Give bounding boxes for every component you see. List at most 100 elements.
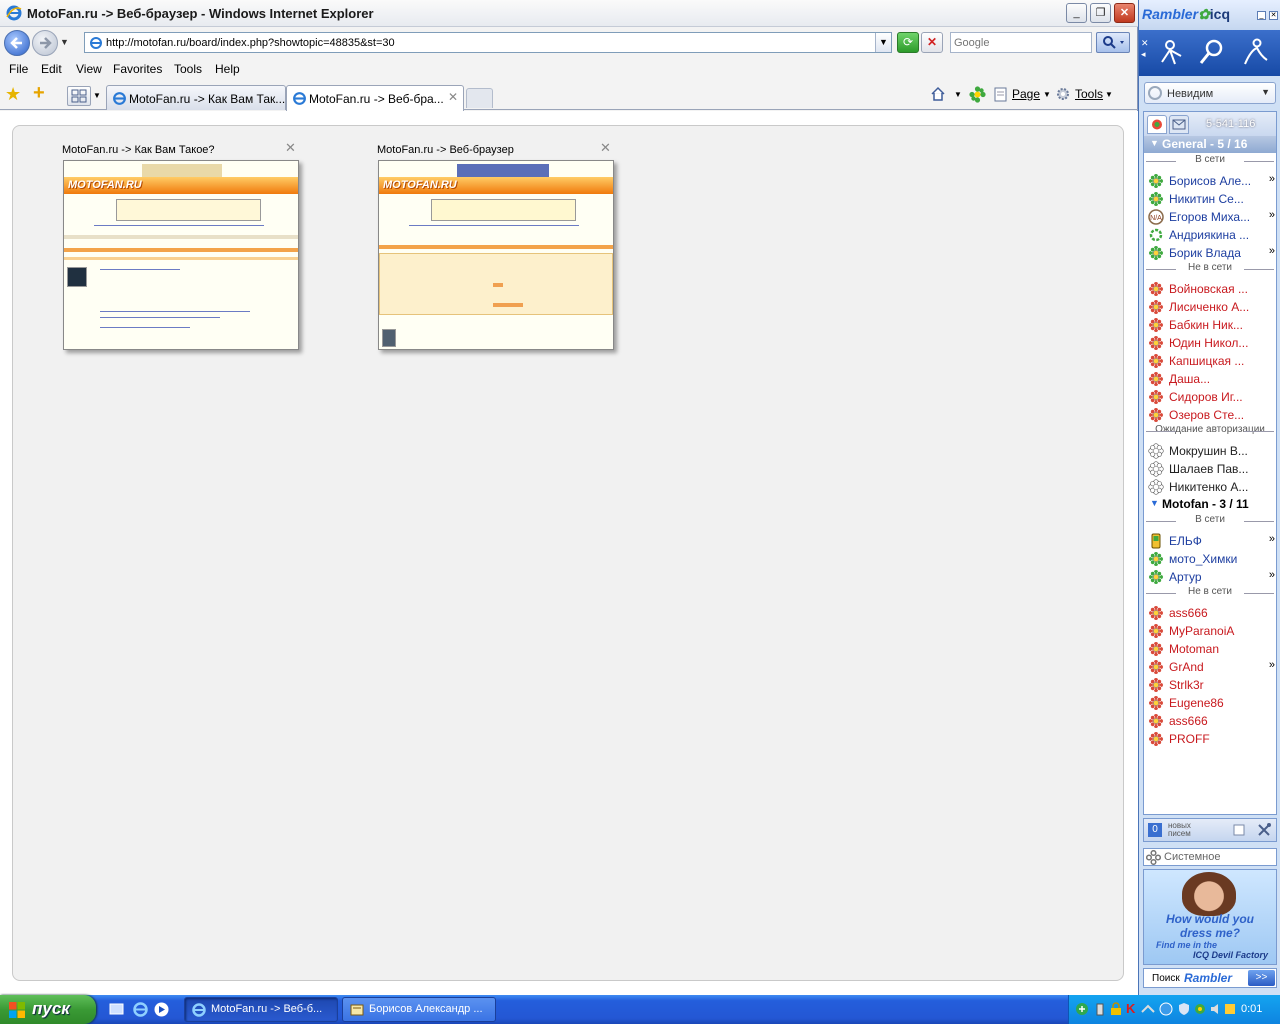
advertisement-banner[interactable]: How would you dress me? Find me in the I… bbox=[1143, 869, 1277, 965]
more-chevron-icon[interactable]: » bbox=[1269, 533, 1275, 545]
contact-item[interactable]: Борисов Але... » bbox=[1144, 172, 1276, 190]
update-icon[interactable] bbox=[1223, 1002, 1237, 1016]
contact-item[interactable]: Озеров Сте... bbox=[1144, 406, 1276, 424]
lock-icon[interactable] bbox=[1109, 1002, 1123, 1016]
menu-tools[interactable]: Tools bbox=[174, 62, 202, 76]
more-chevron-icon[interactable]: » bbox=[1269, 245, 1275, 257]
tab-list-dropdown-icon[interactable]: ▼ bbox=[93, 91, 101, 100]
new-mail-count[interactable]: 0 bbox=[1148, 823, 1162, 837]
network-icon[interactable] bbox=[1075, 1002, 1089, 1016]
start-button[interactable]: пуск bbox=[0, 995, 96, 1024]
tab-mail-contacts[interactable] bbox=[1169, 115, 1189, 134]
search-contact-icon[interactable] bbox=[1196, 36, 1230, 70]
contact-item[interactable]: Юдин Никол... bbox=[1144, 334, 1276, 352]
tools-dropdown-icon[interactable]: ▼ bbox=[1105, 90, 1113, 99]
connection-icon[interactable] bbox=[1141, 1002, 1155, 1016]
contact-item[interactable]: Войновская ... bbox=[1144, 280, 1276, 298]
contact-item[interactable]: мото_Химки bbox=[1144, 550, 1276, 568]
maximize-button[interactable]: ❐ bbox=[1090, 3, 1111, 23]
search-go-button[interactable]: >> bbox=[1248, 970, 1275, 986]
address-dropdown-icon[interactable]: ▼ bbox=[875, 33, 891, 52]
home-icon[interactable] bbox=[930, 86, 946, 102]
icq-flower-icon[interactable] bbox=[969, 86, 986, 103]
collapse-arrow-icon[interactable]: ✕ ◂ bbox=[1141, 38, 1149, 60]
contact-item[interactable]: Сидоров Иг... bbox=[1144, 388, 1276, 406]
contact-item[interactable]: ass666 bbox=[1144, 712, 1276, 730]
quick-tabs-button[interactable] bbox=[67, 86, 91, 106]
ie-title-bar[interactable]: MotoFan.ru -> Веб-браузер - Windows Inte… bbox=[0, 0, 1138, 27]
icq-title-bar[interactable]: Rambler✿icq _ ✕ bbox=[1139, 0, 1280, 30]
tools-menu-button[interactable]: Tools bbox=[1075, 87, 1103, 101]
quick-tab-title[interactable]: MotoFan.ru -> Как Вам Такое? bbox=[62, 144, 215, 156]
quick-tab-thumbnail[interactable]: MOTOFAN.RU bbox=[63, 160, 299, 350]
contact-item[interactable]: Андриякина ... bbox=[1144, 226, 1276, 244]
contact-item[interactable]: Борик Влада » bbox=[1144, 244, 1276, 262]
contact-item[interactable]: Motoman bbox=[1144, 640, 1276, 658]
contact-item[interactable]: GrAnd » bbox=[1144, 658, 1276, 676]
security-shield-icon[interactable] bbox=[1177, 1002, 1191, 1016]
more-chevron-icon[interactable]: » bbox=[1269, 209, 1275, 221]
media-player-icon[interactable] bbox=[153, 1001, 170, 1018]
contact-group[interactable]: ▼ General - 5 / 16 bbox=[1144, 136, 1276, 153]
favorites-star-icon[interactable]: ★ bbox=[5, 84, 21, 105]
contact-item[interactable]: MyParanoiA bbox=[1144, 622, 1276, 640]
person-settings-icon[interactable] bbox=[1239, 36, 1273, 70]
taskbar-item-chat[interactable]: Борисов Александр ... bbox=[342, 997, 496, 1022]
tab-close-icon[interactable]: ✕ bbox=[448, 90, 458, 104]
contact-item[interactable]: ЕЛЬФ » bbox=[1144, 532, 1276, 550]
contact-item[interactable]: Eugene86 bbox=[1144, 694, 1276, 712]
menu-favorites[interactable]: Favorites bbox=[113, 62, 162, 76]
show-desktop-icon[interactable] bbox=[108, 1001, 125, 1018]
status-dropdown[interactable]: Невидим ▼ bbox=[1144, 82, 1276, 104]
contact-item[interactable]: Шалаев Пав... bbox=[1144, 460, 1276, 478]
search-button[interactable] bbox=[1096, 32, 1130, 53]
contact-item[interactable]: Мокрушин В... bbox=[1144, 442, 1276, 460]
tab-icq-contacts[interactable] bbox=[1147, 115, 1167, 134]
refresh-button[interactable]: ⟳ bbox=[897, 32, 919, 53]
contact-item[interactable]: Лисиченко А... bbox=[1144, 298, 1276, 316]
contact-item[interactable]: Бабкин Ник... bbox=[1144, 316, 1276, 334]
page-menu-button[interactable]: Page bbox=[1012, 87, 1040, 101]
quick-tab-close-icon[interactable]: ✕ bbox=[285, 140, 296, 156]
contact-item[interactable]: Артур » bbox=[1144, 568, 1276, 586]
contact-item[interactable]: Никитенко А... bbox=[1144, 478, 1276, 496]
page-dropdown-icon[interactable]: ▼ bbox=[1043, 90, 1051, 99]
quick-tab-close-icon[interactable]: ✕ bbox=[600, 140, 611, 156]
battery-icon[interactable] bbox=[1093, 1002, 1107, 1016]
system-messages-row[interactable]: Системное bbox=[1143, 848, 1277, 866]
contact-item[interactable]: Капшицкая ... bbox=[1144, 352, 1276, 370]
kaspersky-icon[interactable]: K bbox=[1126, 1001, 1140, 1016]
contact-item[interactable]: Strlk3r bbox=[1144, 676, 1276, 694]
add-favorite-icon[interactable]: + bbox=[33, 82, 45, 105]
ie-quicklaunch-icon[interactable] bbox=[132, 1001, 149, 1018]
icq-minimize-button[interactable]: _ bbox=[1257, 11, 1266, 20]
menu-view[interactable]: View bbox=[76, 62, 102, 76]
more-chevron-icon[interactable]: » bbox=[1269, 659, 1275, 671]
menu-edit[interactable]: Edit bbox=[41, 62, 62, 76]
more-chevron-icon[interactable]: » bbox=[1269, 569, 1275, 581]
globe-icon[interactable] bbox=[1159, 1002, 1173, 1016]
people-icon[interactable] bbox=[1157, 36, 1191, 70]
contact-item[interactable]: PROFF bbox=[1144, 730, 1276, 748]
tools-icon[interactable] bbox=[1256, 822, 1272, 838]
contact-item[interactable]: Даша... bbox=[1144, 370, 1276, 388]
taskbar-item-ie[interactable]: MotoFan.ru -> Веб-б... bbox=[184, 997, 338, 1022]
forward-button[interactable] bbox=[32, 30, 58, 56]
history-dropdown-icon[interactable]: ▼ bbox=[60, 37, 72, 49]
address-input[interactable] bbox=[106, 34, 876, 51]
contact-item[interactable]: ass666 bbox=[1144, 604, 1276, 622]
home-dropdown-icon[interactable]: ▼ bbox=[954, 90, 962, 99]
tab-veb-brauzer[interactable]: MotoFan.ru -> Веб-бра... ✕ bbox=[286, 85, 464, 111]
close-button[interactable]: ✕ bbox=[1114, 3, 1135, 23]
quick-tab-title[interactable]: MotoFan.ru -> Веб-браузер bbox=[377, 144, 514, 156]
icq-close-button[interactable]: ✕ bbox=[1269, 11, 1278, 20]
volume-icon[interactable] bbox=[1209, 1002, 1223, 1016]
contact-item[interactable]: N/A Егоров Миха... » bbox=[1144, 208, 1276, 226]
minimize-button[interactable]: _ bbox=[1066, 3, 1087, 23]
search-input[interactable] bbox=[954, 35, 1088, 51]
menu-file[interactable]: File bbox=[9, 62, 28, 76]
tab-kak-vam-takoe[interactable]: MotoFan.ru -> Как Вам Так... bbox=[106, 85, 286, 110]
menu-help[interactable]: Help bbox=[215, 62, 240, 76]
icq-tray-icon[interactable] bbox=[1193, 1002, 1207, 1016]
back-button[interactable] bbox=[4, 30, 30, 56]
